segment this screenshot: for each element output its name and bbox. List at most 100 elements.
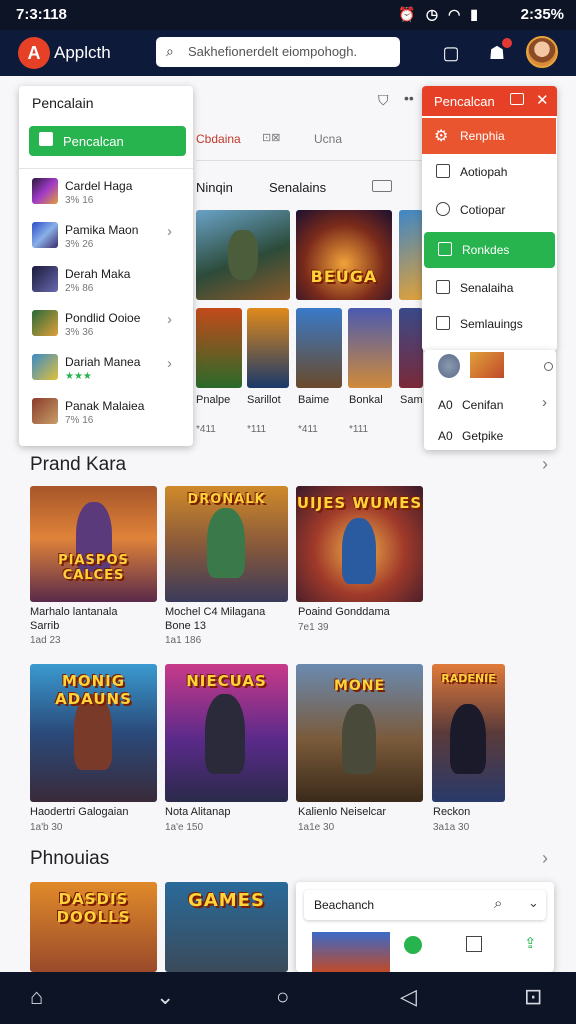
- info-icon[interactable]: [466, 936, 482, 952]
- game-cover[interactable]: MONE: [296, 664, 423, 802]
- game-cover[interactable]: NIECUAS: [165, 664, 288, 802]
- thumbnail: [470, 352, 504, 378]
- game-meta: *111: [349, 424, 369, 435]
- window-icon[interactable]: ▢: [438, 40, 464, 66]
- calendar-icon[interactable]: [510, 93, 524, 105]
- list-item[interactable]: Cardel Haga 3% 16: [19, 174, 193, 214]
- item-meta: 3% 26: [65, 239, 94, 250]
- footer-item[interactable]: Getpike: [462, 429, 503, 443]
- game-cover[interactable]: DRONALK: [165, 486, 288, 602]
- item-title: Panak Malaiea: [65, 399, 145, 413]
- item-title: Derah Maka: [65, 267, 131, 281]
- menu-item-label: Cotiopar: [460, 203, 506, 217]
- list-item[interactable]: Pondlid Ooioe 3% 36 ›: [19, 306, 193, 346]
- circle-home-icon[interactable]: ○: [276, 984, 289, 1010]
- list-item[interactable]: Derah Maka 2% 86: [19, 262, 193, 302]
- game-cover[interactable]: [399, 308, 423, 388]
- expand-icon[interactable]: ⊡: [524, 984, 542, 1010]
- chevron-down-icon[interactable]: ⌄: [156, 984, 174, 1010]
- bookmark-icon[interactable]: ⛉: [378, 92, 389, 109]
- game-cover[interactable]: [348, 308, 392, 388]
- menu-item-1[interactable]: ⚙ Renphia: [422, 118, 556, 154]
- game-cover[interactable]: RADENIE: [432, 664, 505, 802]
- subtab-1[interactable]: Ninqin: [196, 180, 233, 195]
- close-icon[interactable]: ✕: [536, 91, 549, 109]
- menu-item-label: Senalaiha: [460, 281, 514, 295]
- game-title: Reckon: [433, 806, 471, 818]
- chat-icon[interactable]: [404, 936, 422, 954]
- more-icon[interactable]: ••: [404, 90, 414, 106]
- list-item[interactable]: Pamika Maon 3% 26 ›: [19, 218, 193, 258]
- right-dropdown-footer: A0 Cenifan › A0 Getpike: [424, 350, 556, 450]
- game-cover[interactable]: [196, 308, 242, 388]
- game-cover[interactable]: PIASPOS CALCES: [30, 486, 157, 602]
- widget-search[interactable]: Beachanch ⌕ ⌄: [304, 890, 546, 920]
- game-title: Bonkal: [349, 394, 383, 406]
- game-cover[interactable]: UIJES WUMES: [296, 486, 423, 602]
- dropdown-header: Pencalcan ✕: [422, 86, 557, 116]
- wifi-icon: ◠: [448, 6, 461, 22]
- game-cover[interactable]: [296, 308, 342, 388]
- game-cover[interactable]: [247, 308, 289, 388]
- divider: [196, 160, 422, 161]
- primary-button[interactable]: Pencalcan: [29, 126, 186, 156]
- game-meta: 1a1e 30: [298, 822, 335, 833]
- cover-title: NIECUAS: [186, 672, 267, 690]
- game-meta: *111: [247, 424, 267, 435]
- widget-thumbnail[interactable]: [312, 932, 390, 972]
- grid-icon[interactable]: ⊡⊠: [262, 131, 296, 145]
- app-bar: A Applcth ⌕ Sakhefionerdelt eiompohogh. …: [0, 30, 576, 76]
- subtab-2[interactable]: Senalains: [269, 180, 326, 195]
- radio-icon[interactable]: [544, 362, 553, 371]
- search-icon[interactable]: ⌕: [494, 895, 502, 912]
- search-bar[interactable]: ⌕ Sakhefionerdelt eiompohogh.: [156, 37, 400, 67]
- game-cover[interactable]: [399, 210, 423, 300]
- menu-item-6[interactable]: Semlauings: [422, 306, 556, 342]
- section-title: Prand Kara: [30, 454, 127, 475]
- game-cover[interactable]: [196, 210, 290, 300]
- list-item[interactable]: Dariah Manea ★★★ ›: [19, 350, 193, 390]
- dropdown-title: Pencalain: [32, 95, 94, 111]
- game-meta: 1a1 186: [165, 635, 202, 646]
- home-icon[interactable]: ⌂: [30, 984, 43, 1010]
- footer-prefix: A0: [438, 398, 453, 412]
- clock-icon: [436, 202, 450, 216]
- status-icons: ⏰ ◷ ◠ ▮: [398, 6, 478, 23]
- list-item[interactable]: Panak Malaiea 7% 16: [19, 394, 193, 434]
- chevron-right-icon[interactable]: ›: [542, 394, 547, 411]
- chevron-right-icon: ›: [167, 223, 172, 240]
- back-icon[interactable]: ◁: [400, 984, 417, 1010]
- tab-1[interactable]: Cbdaina: [196, 132, 241, 146]
- tab-2[interactable]: Ucna: [314, 132, 342, 146]
- item-meta: 2% 86: [65, 283, 94, 294]
- status-time: 7:3:118: [16, 6, 67, 23]
- menu-item-label: Semlauings: [460, 317, 523, 331]
- game-cover[interactable]: MONIG ADAUNS: [30, 664, 157, 802]
- chevron-down-icon[interactable]: ⌄: [528, 895, 539, 911]
- checkbox-icon: [436, 316, 450, 330]
- item-title: Dariah Manea: [65, 355, 141, 369]
- game-cover[interactable]: DASDIS DOOLLS: [30, 882, 157, 972]
- game-cover[interactable]: GAMES: [165, 882, 288, 972]
- notification-icon[interactable]: ☗: [484, 38, 512, 66]
- menu-item-5[interactable]: Senalaiha: [422, 270, 556, 306]
- right-dropdown: Pencalcan ✕ ⚙ Renphia Aotiopah Cotiopar …: [422, 86, 557, 351]
- menu-item-3[interactable]: Cotiopar: [422, 192, 556, 228]
- chevron-right-icon[interactable]: ›: [542, 848, 548, 869]
- app-thumbnail: [32, 266, 58, 292]
- keyboard-icon[interactable]: [372, 180, 392, 192]
- checkbox-icon: [438, 242, 452, 256]
- footer-item[interactable]: Cenifan: [462, 398, 503, 412]
- menu-item-4[interactable]: Ronkdes: [424, 232, 555, 268]
- share-icon[interactable]: ⇪: [524, 934, 537, 952]
- game-cover[interactable]: BEUGA: [296, 210, 392, 300]
- menu-item-2[interactable]: Aotiopah: [422, 154, 556, 190]
- app-logo[interactable]: A: [18, 37, 50, 69]
- chevron-right-icon: ›: [167, 355, 172, 372]
- game-title: Nota Alitanap: [165, 806, 231, 818]
- signal-icon: ▮: [470, 6, 478, 22]
- search-icon: ⌕: [166, 43, 174, 59]
- gear-icon: ⚙: [434, 128, 449, 145]
- user-avatar[interactable]: [526, 36, 558, 68]
- chevron-right-icon[interactable]: ›: [542, 454, 548, 475]
